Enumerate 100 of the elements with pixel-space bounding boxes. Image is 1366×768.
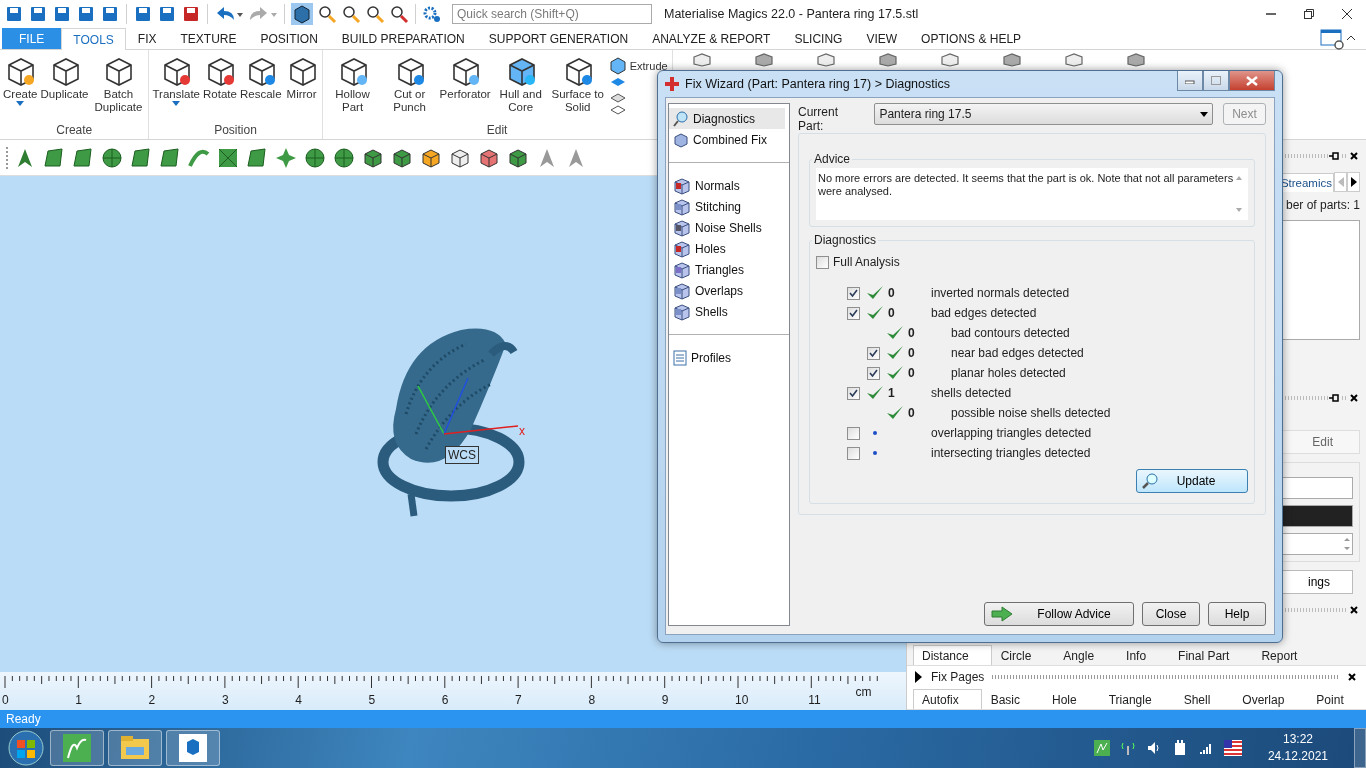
ruler-label: 2 bbox=[148, 693, 157, 707]
wheel-icon[interactable] bbox=[332, 145, 356, 170]
ribbon-button[interactable]: Duplicate bbox=[39, 52, 90, 123]
ribbon-button[interactable]: Mirror bbox=[283, 52, 320, 123]
menu-tab[interactable]: ANALYZE & REPORT bbox=[640, 28, 783, 49]
measure-tab[interactable]: Angle bbox=[1054, 645, 1118, 665]
nav-item[interactable]: Stitching bbox=[669, 196, 785, 217]
menu-tab[interactable]: VIEW bbox=[854, 28, 910, 49]
menu-tab[interactable]: OPTIONS & HELP bbox=[909, 28, 1034, 49]
part-dropdown[interactable]: Pantera ring 17.5 bbox=[874, 103, 1213, 125]
nav-item[interactable]: Profiles bbox=[669, 347, 785, 368]
shape-icon[interactable] bbox=[71, 145, 95, 170]
menu-tab[interactable]: TOOLS bbox=[61, 28, 126, 50]
menu-tab[interactable]: FIX bbox=[125, 28, 169, 49]
checkbox[interactable] bbox=[846, 446, 860, 460]
checkbox[interactable] bbox=[846, 426, 860, 440]
window-settings-icon[interactable] bbox=[1320, 28, 1344, 50]
checkbox[interactable] bbox=[846, 286, 860, 300]
extrude-label[interactable]: Extrude bbox=[629, 60, 668, 72]
menu-tab[interactable]: SLICING bbox=[782, 28, 855, 49]
app-icon[interactable] bbox=[1093, 740, 1110, 756]
minimize-button[interactable] bbox=[1177, 71, 1203, 91]
nav-item[interactable]: Noise Shells bbox=[669, 217, 785, 238]
save-icon[interactable] bbox=[76, 4, 96, 24]
ribbon-button[interactable]: Rescale bbox=[239, 52, 283, 123]
maximize-button[interactable] bbox=[1203, 71, 1229, 91]
nav-item[interactable]: Holes bbox=[669, 238, 785, 259]
nav-item[interactable]: Diagnostics bbox=[669, 108, 785, 129]
ribbon-button[interactable]: Perforator bbox=[438, 52, 492, 123]
antenna-icon[interactable] bbox=[1119, 740, 1136, 756]
ribbon-button[interactable]: Cut or Punch bbox=[381, 52, 438, 123]
start-button[interactable] bbox=[6, 729, 46, 767]
checkbox[interactable] bbox=[816, 255, 829, 269]
ribbon-button[interactable]: Hull and Core bbox=[492, 52, 549, 123]
menu-tab[interactable]: TEXTURE bbox=[168, 28, 249, 49]
nav-item[interactable]: Combined Fix bbox=[669, 129, 785, 150]
update-button[interactable]: Update bbox=[1136, 469, 1248, 493]
magnifier-icon[interactable] bbox=[365, 4, 385, 24]
dialog-button[interactable]: Follow Advice bbox=[984, 602, 1134, 626]
menu-tab[interactable]: BUILD PREPARATION bbox=[329, 28, 477, 49]
checkbox[interactable] bbox=[846, 386, 860, 400]
magnifier-icon[interactable] bbox=[317, 4, 337, 24]
ruler-label: 0 bbox=[2, 693, 10, 707]
shape-icon[interactable] bbox=[42, 145, 66, 170]
ribbon-button[interactable]: Create bbox=[2, 52, 39, 123]
shape-icon[interactable] bbox=[129, 145, 153, 170]
ruler-label: 9 bbox=[661, 693, 670, 707]
ribbon-button[interactable]: Surface to Solid bbox=[549, 52, 606, 123]
page-tab[interactable]: Basic bbox=[981, 689, 1044, 709]
pin-icon[interactable] bbox=[1328, 392, 1340, 404]
page-tab[interactable]: Shell bbox=[1174, 689, 1234, 709]
wheel-icon[interactable] bbox=[100, 145, 124, 170]
ribbon-button[interactable]: Batch Duplicate bbox=[90, 52, 147, 123]
checkbox[interactable] bbox=[866, 366, 880, 380]
ribbon-button[interactable]: Rotate bbox=[202, 52, 238, 123]
measure-tab[interactable]: Info bbox=[1117, 645, 1170, 665]
page-tab[interactable]: Triangle bbox=[1099, 689, 1175, 709]
save-icon[interactable] bbox=[157, 4, 177, 24]
close-icon[interactable] bbox=[1346, 671, 1358, 683]
ribbon-button[interactable]: Hollow Part bbox=[324, 52, 381, 123]
dialog-button[interactable]: Close bbox=[1142, 602, 1200, 626]
dialog-button[interactable]: Help bbox=[1208, 602, 1266, 626]
close-icon[interactable] bbox=[1348, 604, 1360, 616]
page-tab[interactable]: Autofix bbox=[913, 689, 982, 709]
menu-tab[interactable]: POSITION bbox=[248, 28, 330, 49]
measure-tab[interactable]: Final Part bbox=[1169, 645, 1253, 665]
measure-tab[interactable]: Distance bbox=[913, 645, 992, 665]
expand-icon[interactable] bbox=[915, 671, 923, 683]
cube-icon bbox=[673, 302, 691, 321]
close-icon[interactable] bbox=[1348, 392, 1360, 404]
taskbar-button[interactable] bbox=[166, 730, 220, 766]
gears-icon[interactable] bbox=[422, 4, 442, 24]
nav-item[interactable]: Shells bbox=[669, 301, 785, 322]
page-tab[interactable]: Overlap bbox=[1233, 689, 1308, 709]
checkbox[interactable] bbox=[866, 346, 880, 360]
pin-icon[interactable] bbox=[1328, 150, 1340, 162]
magnifier-icon[interactable] bbox=[389, 4, 409, 24]
wheel-icon[interactable] bbox=[303, 145, 327, 170]
search-field[interactable]: Quick search (Shift+Q) bbox=[452, 4, 652, 24]
taskbar-button[interactable] bbox=[50, 730, 104, 766]
checkbox[interactable] bbox=[846, 306, 860, 320]
page-tab[interactable]: Point bbox=[1307, 689, 1366, 709]
nav-item[interactable]: Triangles bbox=[669, 259, 785, 280]
measure-tab[interactable]: Report bbox=[1252, 645, 1321, 665]
close-icon[interactable] bbox=[1348, 150, 1360, 162]
cube-icon[interactable] bbox=[291, 3, 313, 25]
measure-tab[interactable]: Circle bbox=[991, 645, 1055, 665]
taskbar-button[interactable] bbox=[108, 730, 162, 766]
magnifier-icon[interactable] bbox=[341, 4, 361, 24]
nav-item[interactable]: Overlaps bbox=[669, 280, 785, 301]
ribbon-button[interactable]: Translate bbox=[151, 52, 201, 123]
scroll-right-button[interactable] bbox=[1347, 172, 1360, 192]
flag-icon[interactable] bbox=[1223, 740, 1242, 756]
page-tab[interactable]: Hole bbox=[1043, 689, 1100, 709]
shape-icon[interactable] bbox=[245, 145, 269, 170]
shape-icon[interactable] bbox=[158, 145, 182, 170]
nav-item[interactable]: Normals bbox=[669, 175, 785, 196]
menu-tab[interactable]: SUPPORT GENERATION bbox=[476, 28, 641, 49]
save-icon[interactable] bbox=[4, 4, 24, 24]
volume-icon[interactable] bbox=[1145, 740, 1162, 756]
